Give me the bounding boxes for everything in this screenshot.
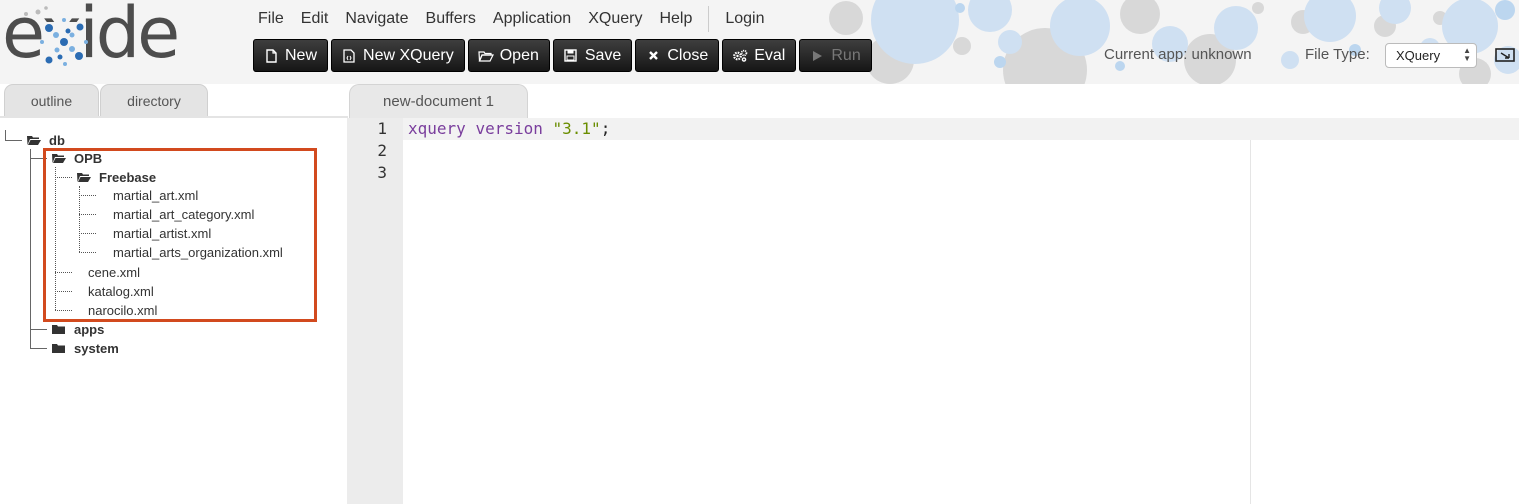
toolbar: New New XQuery Open Save Close Eval Run (253, 39, 875, 72)
exide-logo[interactable]: exide (2, 0, 192, 74)
highlight-box (43, 148, 317, 322)
tab-directory[interactable]: directory (100, 84, 208, 116)
folder-open-icon (27, 135, 41, 146)
folder-icon (52, 343, 66, 354)
tree-folder-apps[interactable]: apps (52, 320, 104, 339)
new-button[interactable]: New (253, 39, 329, 72)
new-xquery-button[interactable]: New XQuery (331, 39, 465, 72)
tree-connector (5, 140, 22, 141)
floppy-disk-icon (563, 49, 579, 62)
header: exide File Edit Navigate Buffers Applica… (0, 0, 1519, 84)
folder-open-icon (478, 50, 494, 62)
gears-icon (732, 49, 748, 62)
print-margin (1250, 140, 1251, 504)
file-type-label: File Type: (1305, 46, 1370, 63)
code-keyword: xquery (408, 119, 466, 138)
file-icon (263, 48, 279, 63)
code-editor[interactable]: 1 2 3 xquery version "3.1"; (349, 118, 1519, 504)
line-number: 3 (377, 163, 387, 182)
save-button[interactable]: Save (552, 39, 633, 72)
folder-icon (52, 324, 66, 335)
menu-application[interactable]: Application (493, 10, 571, 28)
line-number: 1 (377, 119, 387, 138)
open-button[interactable]: Open (467, 39, 550, 72)
menubar: File Edit Navigate Buffers Application X… (258, 6, 782, 32)
menu-login[interactable]: Login (725, 10, 764, 28)
tree-connector (30, 149, 31, 349)
file-type-select[interactable]: XQuery ▲ ▼ (1385, 43, 1477, 68)
menu-navigate[interactable]: Navigate (345, 10, 408, 28)
current-app-label: Current app: unknown (1104, 46, 1252, 63)
menu-help[interactable]: Help (659, 10, 692, 28)
tabs-underline (0, 116, 348, 118)
play-icon (809, 50, 825, 62)
menu-edit[interactable]: Edit (301, 10, 329, 28)
menu-file[interactable]: File (258, 10, 284, 28)
tree-connector (5, 130, 6, 140)
menu-buffers[interactable]: Buffers (426, 10, 476, 28)
run-button[interactable]: Run (799, 39, 872, 72)
tab-outline[interactable]: outline (4, 84, 99, 116)
logo-dots-icon (24, 6, 88, 66)
code-line-1[interactable]: xquery version "3.1"; (408, 119, 610, 139)
tree-connector (30, 329, 47, 330)
tree-connector (30, 348, 47, 349)
code-file-icon (341, 48, 357, 63)
menu-xquery[interactable]: XQuery (588, 10, 642, 28)
close-button[interactable]: Close (635, 39, 720, 72)
tab-new-document-1[interactable]: new-document 1 (349, 84, 528, 118)
code-punctuation: ; (600, 119, 611, 138)
menu-separator (708, 6, 710, 32)
tree-folder-system[interactable]: system (52, 339, 119, 358)
fullscreen-icon[interactable] (1495, 46, 1515, 64)
side-panel-tabs: outline directory (0, 84, 347, 118)
close-icon (645, 50, 661, 61)
file-type-value: XQuery (1396, 48, 1441, 63)
select-arrows-icon: ▲ ▼ (1463, 46, 1471, 63)
line-number-gutter: 1 2 3 (349, 118, 403, 504)
code-string: "3.1" (552, 119, 601, 138)
line-number: 2 (377, 141, 387, 160)
eval-button[interactable]: Eval (722, 39, 797, 72)
code-keyword: version (475, 119, 543, 138)
